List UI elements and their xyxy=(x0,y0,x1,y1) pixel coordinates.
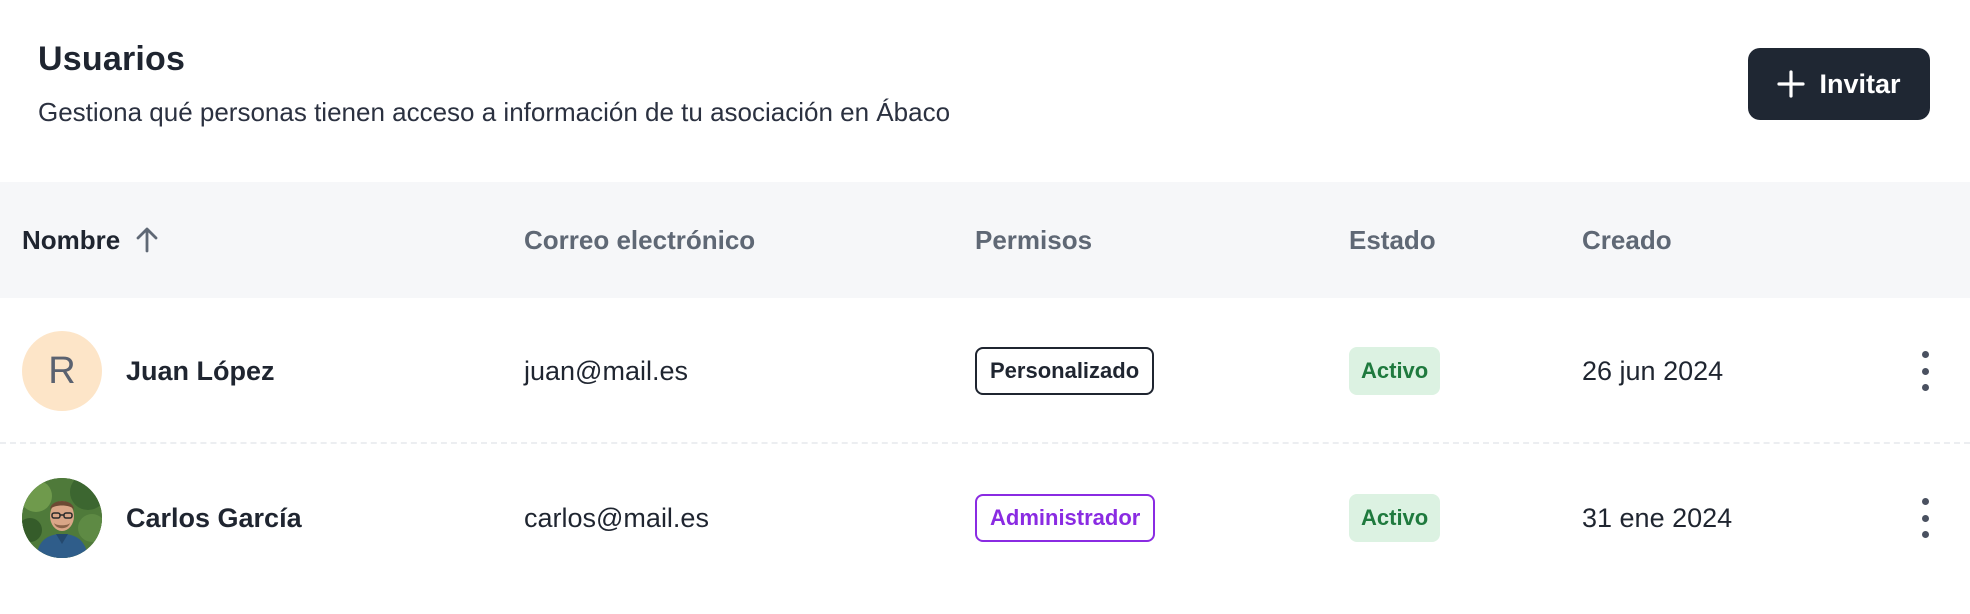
column-header-created[interactable]: Creado xyxy=(1582,182,1672,298)
column-header-name[interactable]: Nombre xyxy=(22,182,160,298)
invite-button-label: Invitar xyxy=(1819,68,1901,99)
users-page: Usuarios Gestiona qué personas tienen ac… xyxy=(0,0,1970,614)
email-cell: juan@mail.es xyxy=(524,298,688,444)
row-actions xyxy=(1913,445,1937,591)
permission-cell: Administrador xyxy=(975,445,1156,591)
avatar: R xyxy=(22,331,102,411)
table-header: Nombre Correo electrónico Permisos Estad… xyxy=(0,182,1970,298)
page-subtitle: Gestiona qué personas tienen acceso a in… xyxy=(38,97,951,127)
page-header: Usuarios Gestiona qué personas tienen ac… xyxy=(38,40,950,128)
avatar xyxy=(22,478,102,558)
created-cell: 26 jun 2024 xyxy=(1582,298,1723,444)
user-name: Carlos García xyxy=(126,502,302,533)
email-cell: carlos@mail.es xyxy=(524,445,709,591)
plus-icon xyxy=(1777,70,1806,98)
more-vertical-icon[interactable] xyxy=(1913,351,1937,391)
invite-button[interactable]: Invitar xyxy=(1748,48,1930,120)
column-header-status[interactable]: Estado xyxy=(1349,182,1436,298)
user-photo xyxy=(22,478,102,558)
status-cell: Activo xyxy=(1349,445,1441,591)
created-date: 26 jun 2024 xyxy=(1582,355,1724,386)
user-email: juan@mail.es xyxy=(524,355,688,386)
status-badge: Activo xyxy=(1349,494,1441,542)
permission-badge: Administrador xyxy=(975,494,1156,542)
page-title: Usuarios xyxy=(38,40,186,78)
row-actions xyxy=(1913,298,1937,444)
permission-cell: Personalizado xyxy=(975,298,1155,444)
created-date: 31 ene 2024 xyxy=(1582,502,1733,533)
status-cell: Activo xyxy=(1349,298,1441,444)
table-row[interactable]: R Juan López juan@mail.es Personalizado … xyxy=(0,298,1970,444)
status-badge: Activo xyxy=(1349,347,1441,395)
user-email: carlos@mail.es xyxy=(524,502,709,533)
user-cell: Carlos García xyxy=(22,445,302,591)
permission-badge: Personalizado xyxy=(975,347,1155,395)
column-header-email[interactable]: Correo electrónico xyxy=(524,182,755,298)
table-row[interactable]: Carlos García carlos@mail.es Administrad… xyxy=(0,445,1970,591)
user-cell: R Juan López xyxy=(22,298,275,444)
created-cell: 31 ene 2024 xyxy=(1582,445,1732,591)
more-vertical-icon[interactable] xyxy=(1913,498,1937,538)
arrow-up-icon[interactable] xyxy=(134,226,160,254)
user-name: Juan López xyxy=(126,355,275,386)
column-header-permissions[interactable]: Permisos xyxy=(975,182,1092,298)
